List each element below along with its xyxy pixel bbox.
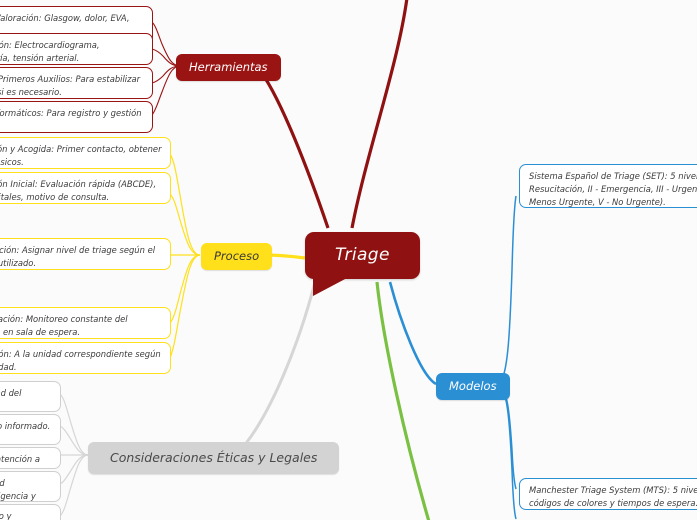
leaf-text: Recepción y Acogida: Primer contacto, ob…: [0, 144, 162, 168]
leaf-proceso-reevaluacion[interactable]: Reevaluación: Monitoreo constante del pa…: [0, 307, 171, 339]
leaf-text: Consentimiento informado.: [0, 421, 51, 431]
leaf-text: Monitorización: Electrocardiograma, puls…: [0, 40, 100, 64]
leaf-modelos-mts[interactable]: Manchester Triage System (MTS): 5 nivele…: [519, 478, 697, 510]
speech-bubble-tail: [313, 278, 347, 296]
leaf-text: Derivación: A la unidad correspondiente …: [0, 349, 161, 373]
branch-modelos-label: Modelos: [449, 379, 497, 393]
leaf-text: Reevaluación: Monitoreo constante del pa…: [0, 314, 128, 338]
leaf-text: Equidad en la atención a todos los pacie…: [0, 454, 40, 468]
leaf-text: Manchester Triage System (MTS): 5 nivele…: [529, 485, 697, 509]
leaf-herramientas-material[interactable]: Material de Primeros Auxilios: Para esta…: [0, 67, 153, 99]
leaf-proceso-recepcion[interactable]: Recepción y Acogida: Primer contacto, ob…: [0, 137, 171, 169]
branch-herramientas[interactable]: Herramientas: [176, 54, 281, 81]
leaf-consideraciones-confidencialidad[interactable]: Confidencialidad del paciente.: [0, 381, 61, 412]
leaf-herramientas-monitorizacion[interactable]: Monitorización: Electrocardiograma, puls…: [0, 33, 153, 65]
branch-proceso-label: Proceso: [214, 249, 260, 263]
branch-consideraciones-label: Consideraciones Éticas y Legales: [110, 450, 318, 465]
leaf-consideraciones-consentimiento[interactable]: Consentimiento informado.: [0, 414, 61, 445]
leaf-text: Material de Primeros Auxilios: Para esta…: [0, 74, 141, 98]
leaf-text: Registro preciso y completo.: [0, 511, 12, 520]
branch-modelos[interactable]: Modelos: [436, 373, 510, 400]
leaf-consideraciones-responsabilidad[interactable]: Responsabilidad profesional: diligencia …: [0, 471, 61, 502]
central-node-label: Triage: [335, 245, 390, 265]
branch-consideraciones-eticas-legales[interactable]: Consideraciones Éticas y Legales: [88, 442, 340, 474]
leaf-proceso-clasificacion[interactable]: Clasificación: Asignar nivel de triage s…: [0, 238, 171, 270]
leaf-consideraciones-registro[interactable]: Registro preciso y completo.: [0, 504, 61, 520]
leaf-text: Valoración Inicial: Evaluación rápida (A…: [0, 179, 157, 203]
leaf-consideraciones-equidad[interactable]: Equidad en la atención a todos los pacie…: [0, 447, 61, 469]
leaf-text: Sistemas Informáticos: Para registro y g…: [0, 108, 142, 118]
central-node-triage[interactable]: Triage: [305, 232, 420, 296]
leaf-text: Sistema Español de Triage (SET): 5 nivel…: [529, 171, 697, 208]
leaf-modelos-set[interactable]: Sistema Español de Triage (SET): 5 nivel…: [519, 164, 697, 208]
leaf-herramientas-sistemas[interactable]: Sistemas Informáticos: Para registro y g…: [0, 101, 153, 133]
leaf-text: Responsabilidad profesional: diligencia …: [0, 478, 36, 502]
leaf-proceso-valoracion[interactable]: Valoración Inicial: Evaluación rápida (A…: [0, 172, 171, 204]
mindmap-canvas: Triage Herramientas Escalas de Valoració…: [0, 0, 697, 520]
leaf-text: Confidencialidad del paciente.: [0, 388, 22, 398]
leaf-text: Clasificación: Asignar nivel de triage s…: [0, 245, 156, 269]
branch-proceso[interactable]: Proceso: [201, 243, 273, 270]
leaf-proceso-derivacion[interactable]: Derivación: A la unidad correspondiente …: [0, 342, 171, 374]
branch-herramientas-label: Herramientas: [189, 60, 268, 74]
